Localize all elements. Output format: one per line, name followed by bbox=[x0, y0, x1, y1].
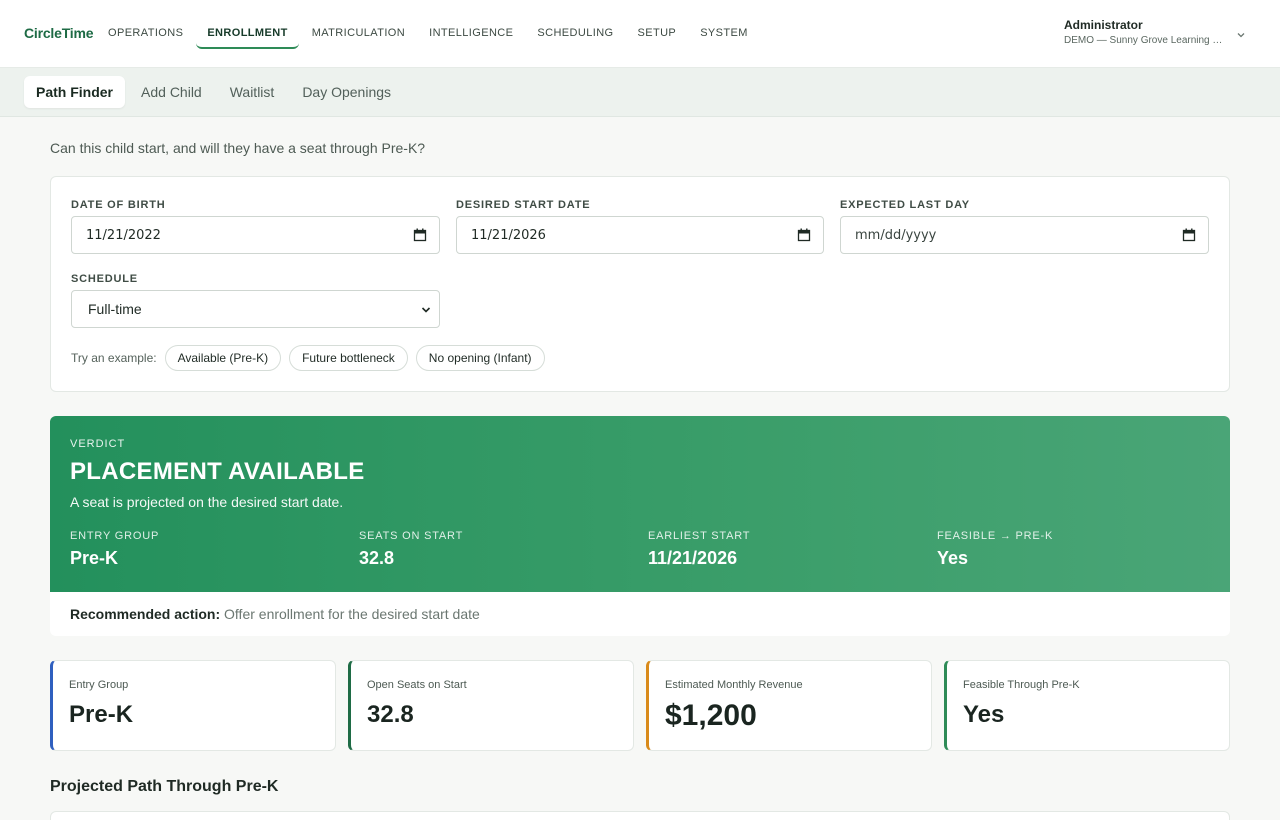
last-day-input[interactable]: mm/dd/yyyy bbox=[840, 216, 1209, 254]
calendar-icon[interactable] bbox=[797, 228, 811, 242]
start-label: DESIRED START DATE bbox=[456, 199, 591, 211]
metric-entry-group: ENTRY GROUP Pre-K bbox=[70, 530, 159, 569]
section-title: Projected Path Through Pre-K bbox=[50, 778, 279, 795]
last-day-label: EXPECTED LAST DAY bbox=[840, 199, 970, 211]
top-navbar: CircleTime OPERATIONS ENROLLMENT MATRICU… bbox=[0, 0, 1280, 68]
calendar-icon[interactable] bbox=[1182, 228, 1196, 242]
stat-value: 32.8 bbox=[367, 701, 414, 728]
metric-seats-on-start: SEATS ON START 32.8 bbox=[359, 530, 463, 569]
metric-value: Pre-K bbox=[70, 548, 119, 568]
chevron-down-icon bbox=[421, 307, 431, 313]
metric-feasible-prek: FEASIBLE → PRE-K Yes bbox=[937, 530, 1053, 569]
calendar-icon[interactable] bbox=[413, 228, 427, 242]
metric-earliest-start: EARLIEST START 11/21/2026 bbox=[648, 530, 750, 569]
verdict-panel: VERDICT PLACEMENT AVAILABLE A seat is pr… bbox=[50, 416, 1230, 592]
nav-enrollment[interactable]: ENROLLMENT bbox=[196, 20, 299, 49]
examples-row: Try an example: Available (Pre-K) Future… bbox=[71, 345, 553, 371]
example-future-bottleneck[interactable]: Future bottleneck bbox=[289, 345, 408, 371]
metric-value: Yes bbox=[937, 548, 969, 568]
verdict-subtitle: A seat is projected on the desired start… bbox=[70, 494, 344, 510]
path-finder-form: DATE OF BIRTH 11/21/2022 DESIRED START D… bbox=[50, 176, 1230, 392]
recommend-label: Recommended action: bbox=[70, 606, 221, 622]
start-date-input[interactable]: 11/21/2026 bbox=[456, 216, 824, 254]
start-value: 11/21/2026 bbox=[471, 228, 546, 243]
metric-value: 32.8 bbox=[359, 548, 395, 568]
nav-setup[interactable]: SETUP bbox=[627, 20, 688, 47]
schedule-select[interactable]: Full-time bbox=[71, 290, 440, 328]
metric-value: 11/21/2026 bbox=[648, 548, 738, 568]
nav-system[interactable]: SYSTEM bbox=[689, 20, 759, 47]
nav-intelligence[interactable]: INTELLIGENCE bbox=[418, 20, 524, 47]
schedule-field: SCHEDULE Full-time bbox=[71, 273, 440, 328]
example-available-prek[interactable]: Available (Pre-K) bbox=[164, 345, 282, 371]
schedule-label: SCHEDULE bbox=[71, 273, 138, 285]
recommend-text: Offer enrollment for the desired start d… bbox=[224, 606, 480, 622]
stat-label: Feasible Through Pre-K bbox=[963, 679, 1080, 691]
nav-operations[interactable]: OPERATIONS bbox=[97, 20, 194, 47]
nav-scheduling[interactable]: SCHEDULING bbox=[526, 20, 624, 47]
stat-value: Yes bbox=[963, 701, 1005, 728]
tab-waitlist[interactable]: Waitlist bbox=[218, 76, 287, 108]
page-question: Can this child start, and will they have… bbox=[50, 140, 426, 156]
dob-label: DATE OF BIRTH bbox=[71, 199, 166, 211]
stat-card-feasible-prek: Feasible Through Pre-K Yes bbox=[944, 660, 1230, 751]
stat-label: Estimated Monthly Revenue bbox=[665, 679, 803, 691]
stat-label: Open Seats on Start bbox=[367, 679, 467, 691]
metric-label: SEATS ON START bbox=[359, 530, 464, 542]
dob-input[interactable]: 11/21/2022 bbox=[71, 216, 440, 254]
user-menu[interactable]: Administrator DEMO — Sunny Grove Learnin… bbox=[1064, 18, 1254, 46]
schedule-value: Full-time bbox=[88, 301, 142, 317]
metric-label: EARLIEST START bbox=[648, 530, 751, 542]
subtab-bar: Path Finder Add Child Waitlist Day Openi… bbox=[0, 68, 1280, 117]
metric-label: FEASIBLE → PRE-K bbox=[937, 530, 1054, 542]
last-day-placeholder: mm/dd/yyyy bbox=[855, 228, 937, 243]
dob-field: DATE OF BIRTH 11/21/2022 bbox=[71, 199, 440, 254]
start-field: DESIRED START DATE 11/21/2026 bbox=[456, 199, 824, 254]
main-nav: OPERATIONS ENROLLMENT MATRICULATION INTE… bbox=[97, 20, 761, 49]
brand-logo[interactable]: CircleTime bbox=[24, 25, 94, 41]
verdict-title: PLACEMENT AVAILABLE bbox=[70, 458, 365, 485]
verdict-tag: VERDICT bbox=[70, 438, 126, 450]
metric-label: ENTRY GROUP bbox=[70, 530, 160, 542]
user-org: DEMO — Sunny Grove Learning Ce... bbox=[1064, 35, 1228, 46]
user-name: Administrator bbox=[1064, 18, 1143, 32]
chevron-down-icon[interactable] bbox=[1236, 30, 1246, 40]
stat-card-open-seats: Open Seats on Start 32.8 bbox=[348, 660, 634, 751]
example-no-opening-infant[interactable]: No opening (Infant) bbox=[415, 345, 545, 371]
tab-day-openings[interactable]: Day Openings bbox=[290, 76, 403, 108]
path-projection-card bbox=[50, 811, 1230, 820]
stat-label: Entry Group bbox=[69, 679, 129, 691]
recommended-action: Recommended action: Offer enrollment for… bbox=[50, 592, 1230, 636]
stat-card-entry-group: Entry Group Pre-K bbox=[50, 660, 336, 751]
last-day-field: EXPECTED LAST DAY mm/dd/yyyy bbox=[840, 199, 1209, 254]
stat-value: $1,200 bbox=[665, 699, 757, 732]
tab-path-finder[interactable]: Path Finder bbox=[24, 76, 126, 108]
examples-label: Try an example: bbox=[71, 351, 157, 365]
dob-value: 11/21/2022 bbox=[86, 228, 161, 243]
tab-add-child[interactable]: Add Child bbox=[129, 76, 214, 108]
stat-value: Pre-K bbox=[69, 701, 134, 728]
nav-matriculation[interactable]: MATRICULATION bbox=[301, 20, 416, 47]
stat-card-monthly-revenue: Estimated Monthly Revenue $1,200 bbox=[646, 660, 932, 751]
